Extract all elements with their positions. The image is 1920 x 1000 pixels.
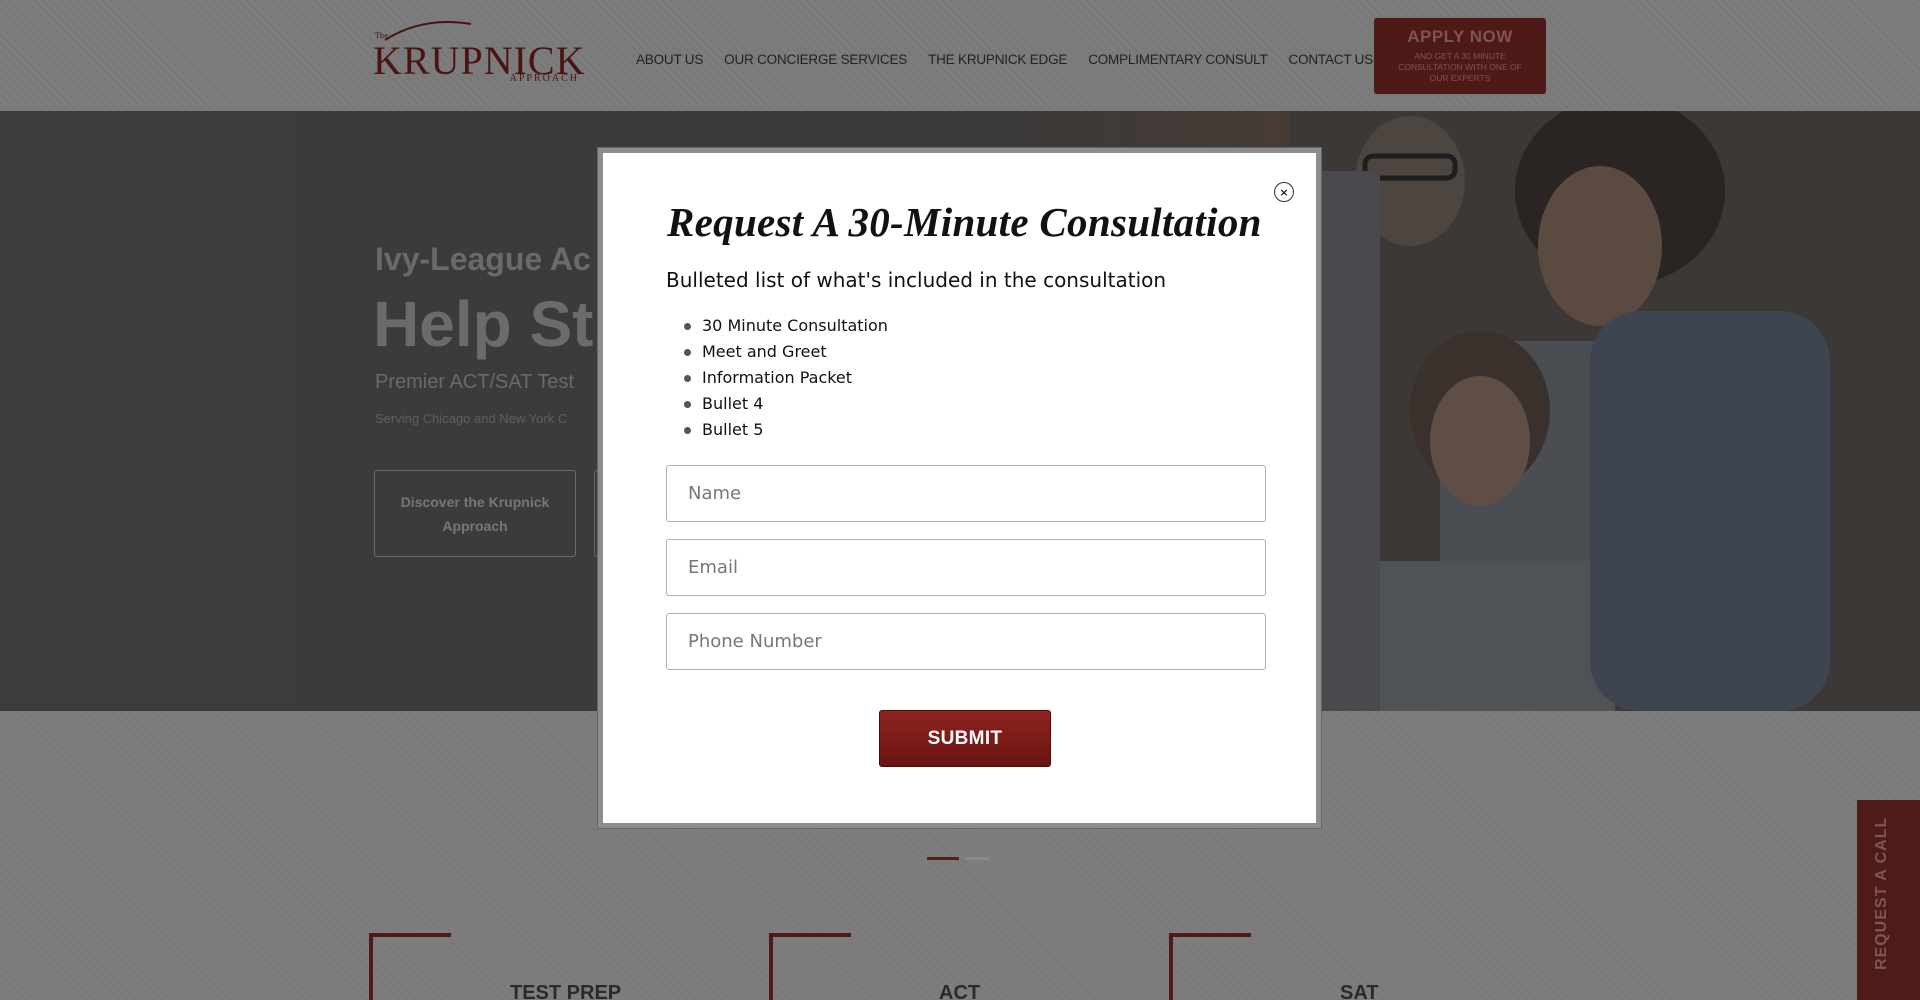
bullet-text: Bullet 4 bbox=[702, 394, 764, 413]
bullet-text: Meet and Greet bbox=[702, 342, 827, 361]
bullet-dot-icon bbox=[684, 401, 691, 408]
bullet-dot-icon bbox=[684, 427, 691, 434]
name-field[interactable] bbox=[666, 465, 1266, 522]
consultation-modal: × Request A 30-Minute Consultation Bulle… bbox=[597, 147, 1322, 829]
phone-number-field[interactable] bbox=[666, 613, 1266, 670]
close-icon: × bbox=[1279, 185, 1289, 199]
email-field[interactable] bbox=[666, 539, 1266, 596]
list-item: Bullet 4 bbox=[684, 391, 888, 417]
bullet-text: 30 Minute Consultation bbox=[702, 316, 888, 335]
submit-button[interactable]: SUBMIT bbox=[879, 710, 1051, 767]
close-button[interactable]: × bbox=[1274, 182, 1294, 202]
modal-intro: Bulleted list of what's included in the … bbox=[666, 268, 1167, 292]
list-item: Meet and Greet bbox=[684, 339, 888, 365]
bullet-dot-icon bbox=[684, 323, 691, 330]
list-item: Information Packet bbox=[684, 365, 888, 391]
bullet-text: Bullet 5 bbox=[702, 420, 764, 439]
bullet-dot-icon bbox=[684, 349, 691, 356]
bullet-text: Information Packet bbox=[702, 368, 853, 387]
list-item: Bullet 5 bbox=[684, 417, 888, 443]
modal-title: Request A 30-Minute Consultation bbox=[667, 199, 1262, 245]
list-item: 30 Minute Consultation bbox=[684, 313, 888, 339]
consultation-bullet-list: 30 Minute Consultation Meet and Greet In… bbox=[684, 313, 888, 443]
bullet-dot-icon bbox=[684, 375, 691, 382]
